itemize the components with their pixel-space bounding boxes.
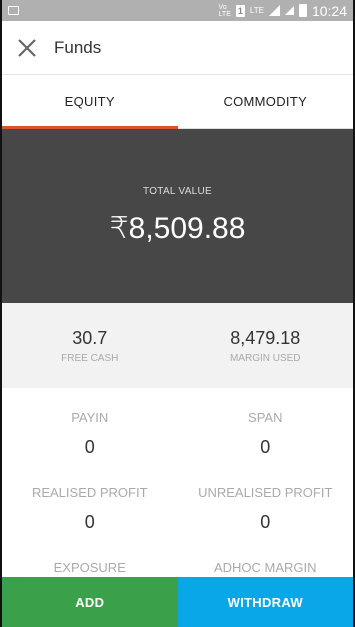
unrealised-profit-block: UNREALISED PROFIT 0 — [178, 485, 354, 560]
status-time: 10:24 — [311, 2, 347, 19]
unrealised-profit-label: UNREALISED PROFIT — [198, 485, 333, 500]
signal-icon — [268, 5, 280, 16]
free-cash-block: 30.7 FREE CASH — [2, 303, 178, 388]
total-value-panel: TOTAL VALUE ₹8,509.88 — [2, 129, 353, 303]
action-bar: ADD WITHDRAW — [2, 577, 353, 627]
add-button[interactable]: ADD — [2, 577, 178, 627]
span-label: SPAN — [248, 410, 283, 425]
close-icon[interactable] — [14, 35, 40, 61]
app-bar: Funds — [2, 21, 353, 75]
gallery-notification-icon — [8, 6, 19, 15]
span-value: 0 — [260, 437, 271, 457]
battery-icon — [298, 4, 307, 17]
tab-commodity[interactable]: COMMODITY — [178, 75, 354, 128]
margin-used-value: 8,479.18 — [230, 327, 301, 348]
status-right: Vo LTE 1 LTE 10:24 — [219, 3, 347, 19]
tab-bar: EQUITY COMMODITY — [2, 75, 353, 129]
realised-profit-value: 0 — [84, 512, 95, 532]
total-value-amount: ₹8,509.88 — [109, 212, 246, 245]
payin-value: 0 — [84, 437, 95, 457]
realised-profit-block: REALISED PROFIT 0 — [2, 485, 178, 560]
unrealised-profit-value: 0 — [260, 512, 271, 532]
detail-row: REALISED PROFIT 0 UNREALISED PROFIT 0 — [2, 485, 353, 560]
exposure-label: EXPOSURE — [53, 560, 126, 575]
close-icon-glyph — [18, 38, 36, 57]
status-left — [8, 6, 19, 15]
lte-icon: LTE — [249, 6, 264, 15]
cash-summary: 30.7 FREE CASH 8,479.18 MARGIN USED — [2, 303, 353, 388]
tab-equity[interactable]: EQUITY — [2, 75, 178, 129]
detail-row: PAYIN 0 SPAN 0 — [2, 410, 353, 485]
signal-icon-2 — [284, 6, 294, 15]
total-value-label: TOTAL VALUE — [142, 186, 213, 197]
span-block: SPAN 0 — [178, 410, 354, 485]
margin-used-label: MARGIN USED — [229, 352, 301, 364]
payin-label: PAYIN — [71, 410, 109, 425]
adhoc-margin-label: ADHOC MARGIN — [213, 560, 317, 575]
free-cash-value: 30.7 — [72, 327, 108, 348]
status-bar: Vo LTE 1 LTE 10:24 — [2, 0, 353, 21]
app-screen: Vo LTE 1 LTE 10:24 Funds EQUITY COMMODITY… — [2, 0, 353, 627]
withdraw-button[interactable]: WITHDRAW — [177, 577, 353, 627]
volte-icon: Vo LTE — [218, 3, 231, 18]
page-title: Funds — [54, 37, 102, 57]
sim-icon: 1 — [235, 4, 245, 17]
payin-block: PAYIN 0 — [2, 410, 178, 485]
realised-profit-label: REALISED PROFIT — [31, 485, 148, 500]
free-cash-label: FREE CASH — [61, 352, 119, 364]
margin-used-block: 8,479.18 MARGIN USED — [178, 303, 354, 388]
